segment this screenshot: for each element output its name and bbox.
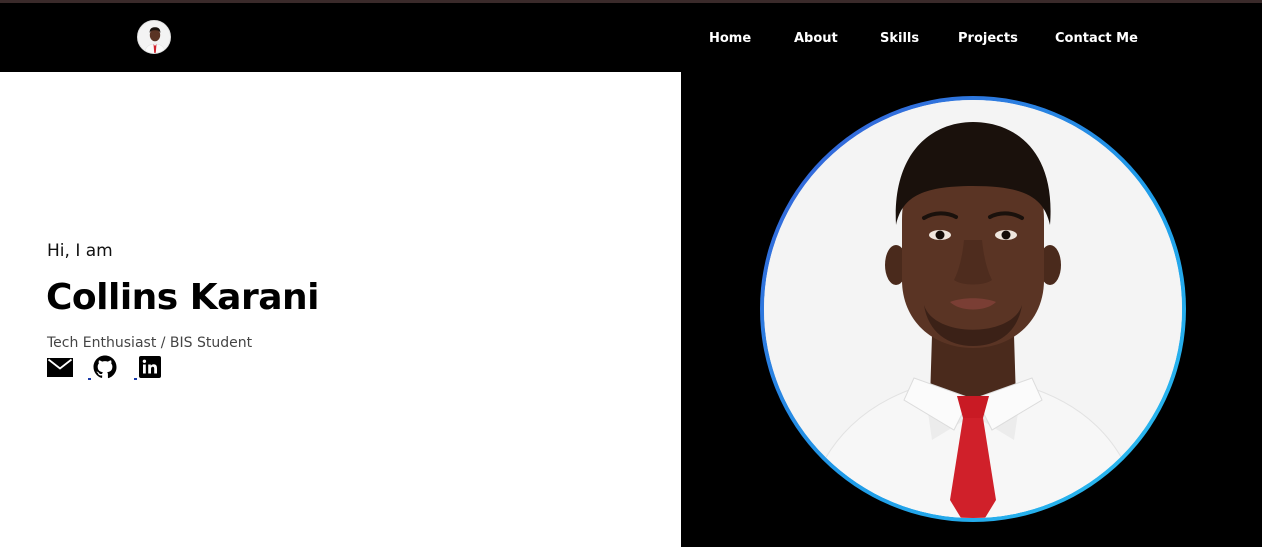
hero-name: Collins Karani	[46, 277, 319, 318]
linkedin-link[interactable]	[138, 355, 162, 379]
profile-photo-frame	[760, 96, 1186, 522]
mail-link[interactable]	[46, 355, 74, 379]
github-icon	[93, 355, 117, 379]
nav-link-about[interactable]: About	[794, 31, 838, 46]
greeting-text: Hi, I am	[47, 241, 113, 261]
nav-menu: Home About Skills Projects Contact Me	[0, 3, 1262, 72]
nav-link-home[interactable]: Home	[709, 31, 751, 46]
navbar: Home About Skills Projects Contact Me	[0, 3, 1262, 72]
nav-link-projects[interactable]: Projects	[958, 31, 1018, 46]
link-underline-mark	[88, 378, 91, 380]
link-underline-mark	[134, 378, 137, 380]
profile-photo	[764, 100, 1182, 518]
nav-link-skills[interactable]: Skills	[880, 31, 919, 46]
mail-icon	[47, 357, 73, 377]
portrait-illustration	[764, 100, 1182, 518]
github-link[interactable]	[92, 355, 118, 379]
linkedin-icon	[139, 356, 161, 378]
hero-tagline: Tech Enthusiast / BIS Student	[47, 335, 253, 351]
nav-link-contact[interactable]: Contact Me	[1055, 31, 1138, 46]
